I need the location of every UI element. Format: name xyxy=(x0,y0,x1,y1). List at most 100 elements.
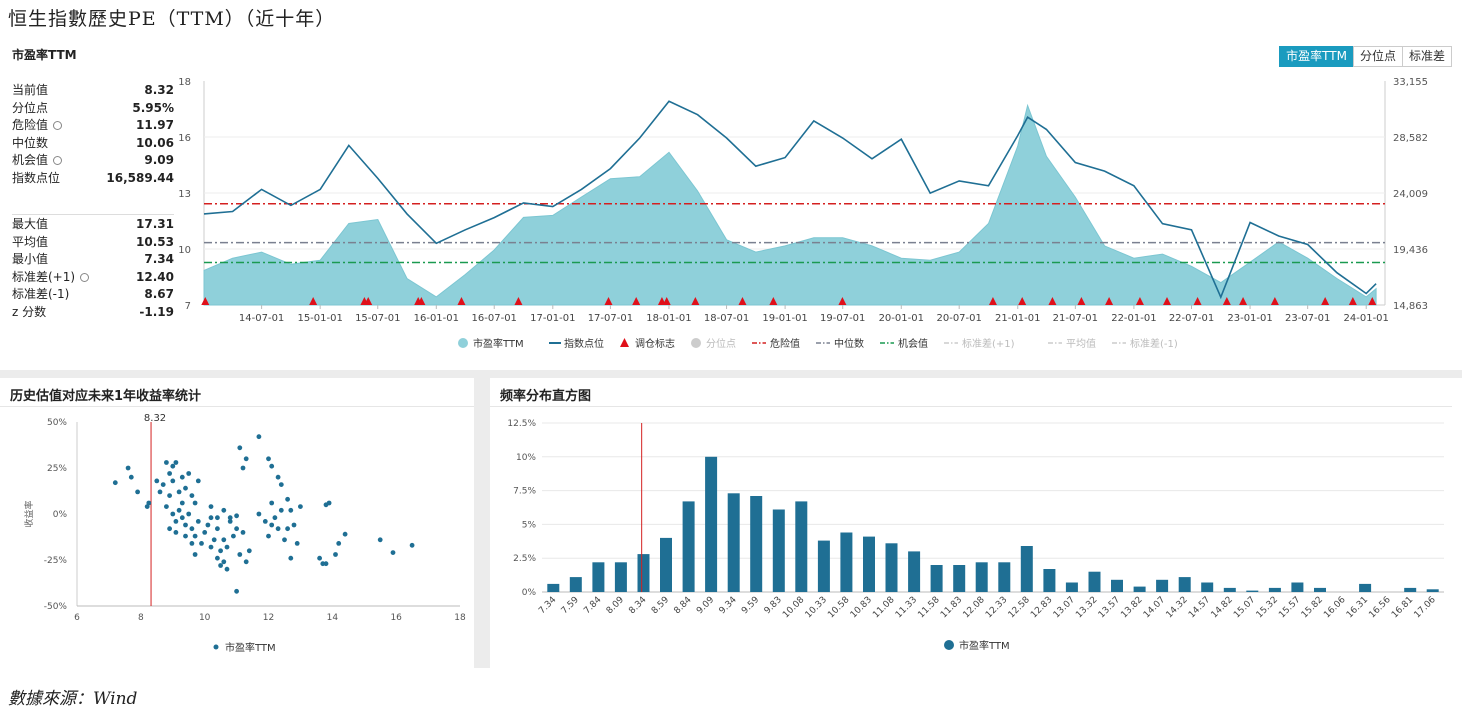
scatter-point xyxy=(288,507,294,513)
stat-label: 指数点位 xyxy=(12,170,61,185)
hist-y-tick: 5% xyxy=(522,520,537,530)
hist-bar xyxy=(998,562,1011,592)
hist-bar xyxy=(1201,582,1214,592)
scatter-point xyxy=(195,478,201,484)
scatter-point xyxy=(269,500,275,506)
hist-bar xyxy=(1291,582,1304,592)
hist-y-tick: 12.5% xyxy=(507,419,536,429)
stat-bottom-row-0: 最大值 17.31 xyxy=(12,216,174,234)
hist-bar xyxy=(682,501,695,592)
legend-label: 标准差(-1) xyxy=(1130,337,1178,350)
hist-x-tick: 16.06 xyxy=(1322,595,1347,620)
pe-history-chart: 18 16 13 10 7 33,155 28,582 24,009 19,436 14,863 1… xyxy=(178,77,1428,350)
scatter-point xyxy=(208,544,214,550)
hist-bar xyxy=(1133,586,1146,592)
gear-icon[interactable] xyxy=(80,272,90,282)
stat-top-row-0: 当前值 8.32 xyxy=(12,82,174,100)
scatter-point xyxy=(202,530,208,535)
hist-x-tick: 8.59 xyxy=(650,595,671,616)
right-tick-label: 14,863 xyxy=(1393,301,1428,312)
scatter-legend-swatch xyxy=(213,644,219,650)
hist-bar xyxy=(908,551,921,592)
hist-legend-swatch xyxy=(944,640,954,650)
stat-top-row-4: 机会值 9.09 xyxy=(12,152,174,170)
histogram-panel: 频率分布直方图 12.5% 10% 7.5% 5% 2.5% 0% 7.34 7.59 7.84… xyxy=(490,378,1452,668)
scatter-point xyxy=(135,489,141,495)
hist-x-tick: 10.33 xyxy=(804,595,829,620)
scatter-point xyxy=(246,548,252,554)
scatter-point xyxy=(234,513,240,519)
scatter-x-tick: 8 xyxy=(138,613,144,623)
scatter-point xyxy=(218,548,224,554)
hist-x-tick: 13.07 xyxy=(1052,595,1077,620)
tab-2[interactable]: 标准差 xyxy=(1401,46,1452,67)
x-tick-label: 22-01-01 xyxy=(1111,313,1156,324)
scatter-y-label: 收益率 xyxy=(23,500,35,527)
scatter-point xyxy=(215,515,220,521)
scatter-point xyxy=(342,531,348,537)
scatter-point xyxy=(208,504,214,509)
scatter-point xyxy=(146,500,152,506)
legend-item-3: 分位点 xyxy=(691,337,736,350)
legend-item-9: 标准差(-1) xyxy=(1112,337,1178,350)
scatter-x-tick: 12 xyxy=(263,613,274,623)
scatter-point xyxy=(221,559,227,565)
hist-bar xyxy=(795,501,808,592)
stat-label: 当前值 xyxy=(12,83,49,97)
panel-gap xyxy=(474,378,490,668)
scatter-point xyxy=(211,537,217,543)
stat-value: 17.31 xyxy=(136,217,174,231)
x-tick-label: 18-07-01 xyxy=(704,313,749,324)
hist-bar xyxy=(1246,590,1259,592)
scatter-point xyxy=(243,456,249,462)
hist-bar xyxy=(885,543,898,592)
hist-x-tick: 12.83 xyxy=(1029,595,1054,620)
scatter-point xyxy=(154,478,160,484)
x-tick-label: 20-01-01 xyxy=(879,313,924,324)
scatter-point xyxy=(195,519,201,524)
scatter-point xyxy=(112,480,118,486)
tab-1[interactable]: 分位点 xyxy=(1352,46,1403,67)
x-tick-label: 16-01-01 xyxy=(414,313,459,324)
scatter-point xyxy=(179,474,185,480)
scatter-point xyxy=(179,515,185,521)
hist-bar xyxy=(1043,569,1056,592)
hist-x-tick: 16.31 xyxy=(1345,595,1370,620)
hist-bar xyxy=(1359,583,1372,592)
scatter-y-tick: -25% xyxy=(44,556,68,566)
x-tick-label: 23-07-01 xyxy=(1285,313,1330,324)
hist-bar xyxy=(1088,571,1101,592)
hist-x-tick: 9.59 xyxy=(740,595,761,616)
legend-label: 平均值 xyxy=(1066,337,1096,350)
scatter-point xyxy=(157,489,163,495)
hist-y-tick: 10% xyxy=(516,453,536,463)
scatter-y-tick: -50% xyxy=(44,602,68,612)
right-tick-label: 33,155 xyxy=(1393,77,1428,88)
scatter-point xyxy=(262,519,268,524)
hist-bar xyxy=(1178,577,1191,592)
scatter-point xyxy=(240,465,246,471)
stat-top-row-2: 危险值 11.97 xyxy=(12,117,174,135)
x-tick-label: 17-07-01 xyxy=(588,313,633,324)
tab-0[interactable]: 市盈率TTM xyxy=(1279,46,1354,67)
hist-x-tick: 13.82 xyxy=(1119,595,1144,620)
stat-value: 12.40 xyxy=(136,269,174,284)
stat-value: 5.95% xyxy=(132,100,174,115)
legend-area-swatch xyxy=(458,338,468,348)
hist-x-tick: 8.09 xyxy=(605,595,626,616)
scatter-point xyxy=(186,511,192,517)
scatter-point xyxy=(269,522,275,528)
scatter-point xyxy=(237,552,243,557)
scatter-point xyxy=(377,537,383,543)
hist-bar xyxy=(637,554,650,592)
scatter-point xyxy=(167,493,173,498)
x-tick-label: 16-07-01 xyxy=(472,313,517,324)
scatter-x-tick: 6 xyxy=(74,613,80,623)
hist-bar xyxy=(1268,587,1281,592)
stat-label: 中位数 xyxy=(12,135,49,150)
gear-icon[interactable] xyxy=(53,156,63,166)
scatter-x-tick: 16 xyxy=(390,613,402,623)
gear-icon[interactable] xyxy=(53,121,63,131)
legend-label: 调仓标志 xyxy=(635,337,675,350)
hist-bar xyxy=(1404,587,1417,592)
